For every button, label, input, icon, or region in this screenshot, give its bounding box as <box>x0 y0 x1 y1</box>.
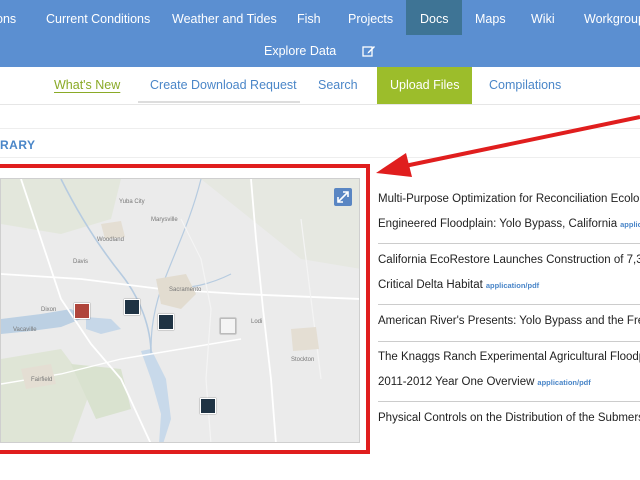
divider <box>378 401 640 402</box>
document-title[interactable]: American River's Presents: Yolo Bypass a… <box>378 307 640 336</box>
map-place-label: Marysville <box>151 217 178 223</box>
nav-item-explore-data[interactable]: Explore Data <box>264 35 336 67</box>
map-thumbnail-icon[interactable] <box>200 398 216 414</box>
nav-item-maps[interactable]: Maps <box>475 0 506 35</box>
map-place-label: Sacramento <box>169 287 202 293</box>
highlight-frame: Yuba City Marysville Sacramento Woodland… <box>0 164 370 454</box>
nav-item-wiki[interactable]: Wiki <box>531 0 555 35</box>
map-place-label: Yuba City <box>119 199 145 205</box>
nav-item-docs[interactable]: Docs <box>406 0 463 35</box>
map-place-label: Vacaville <box>13 327 37 333</box>
document-title-line2[interactable]: 2011-2012 Year One Overview application/p… <box>378 368 640 397</box>
document-title-text[interactable]: 2011-2012 Year One Overview <box>378 376 534 388</box>
main-nav-row: ons Current Conditions Weather and Tides… <box>0 0 640 35</box>
document-title-line2[interactable]: Critical Delta Habitat application/pdf <box>378 271 640 300</box>
nav-item-applications[interactable]: ons <box>0 0 16 35</box>
tab-create-download-request[interactable]: Create Download Request <box>150 67 297 104</box>
nav-item-weather-and-tides[interactable]: Weather and Tides <box>172 0 277 35</box>
document-thumbnail-icon[interactable] <box>220 318 236 334</box>
map-thumbnail-icon[interactable] <box>158 314 174 330</box>
nav-item-fish[interactable]: Fish <box>297 0 321 35</box>
document-title-text[interactable]: Critical Delta Habitat <box>378 279 483 291</box>
divider <box>378 341 640 342</box>
map-place-label: Stockton <box>291 357 315 363</box>
document-location-map[interactable]: Yuba City Marysville Sacramento Woodland… <box>0 178 360 443</box>
upload-files-button[interactable]: Upload Files <box>377 67 473 104</box>
docs-sub-navigation: What's New Create Download Request Searc… <box>0 67 640 105</box>
pdf-thumbnail-icon[interactable] <box>74 303 90 319</box>
nav-item-workgroups[interactable]: Workgroup <box>584 0 640 35</box>
tab-whats-new[interactable]: What's New <box>54 67 120 104</box>
divider <box>378 243 640 244</box>
divider <box>378 304 640 305</box>
edit-square-icon[interactable] <box>362 44 376 58</box>
section-title: RARY <box>0 138 36 152</box>
map-place-label: Lodi <box>251 319 263 325</box>
tab-compilations[interactable]: Compilations <box>489 67 561 104</box>
secondary-nav-row: Explore Data <box>0 35 640 67</box>
map-place-label: Dixon <box>41 307 57 313</box>
map-place-label: Fairfield <box>31 377 53 383</box>
annotation-arrow <box>376 115 640 177</box>
nav-item-projects[interactable]: Projects <box>348 0 393 35</box>
document-type-badge: applic <box>620 220 640 229</box>
tab-underline <box>138 101 300 103</box>
map-thumbnail-icon[interactable] <box>124 299 140 315</box>
nav-item-current-conditions[interactable]: Current Conditions <box>46 0 150 35</box>
map-place-label: Woodland <box>97 237 124 243</box>
map-place-label: Davis <box>73 259 89 265</box>
document-title-text[interactable]: Engineered Floodplain: Yolo Bypass, Cali… <box>378 218 617 230</box>
document-title-line2[interactable]: Engineered Floodplain: Yolo Bypass, Cali… <box>378 210 640 239</box>
tab-search[interactable]: Search <box>318 67 358 104</box>
expand-arrows-icon[interactable] <box>334 188 352 206</box>
document-type-badge: application/pdf <box>485 281 540 290</box>
top-navigation-bar: ons Current Conditions Weather and Tides… <box>0 0 640 67</box>
document-type-badge: application/pdf <box>537 378 591 387</box>
document-title[interactable]: Physical Controls on the Distribution of… <box>378 404 640 433</box>
